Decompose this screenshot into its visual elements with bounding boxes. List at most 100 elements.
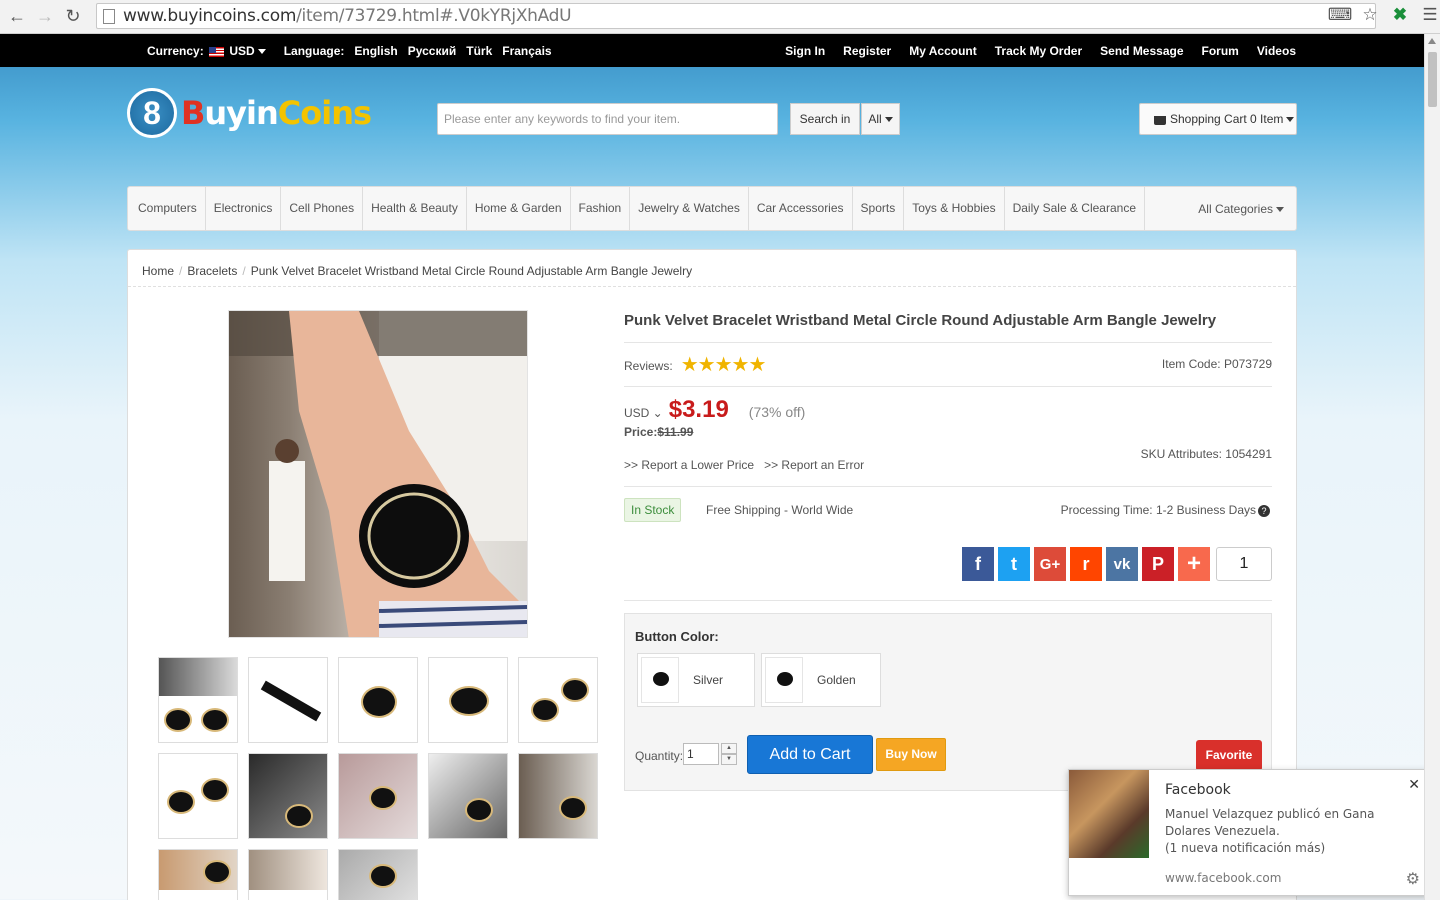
logo-mark: 8 bbox=[127, 88, 177, 138]
thumbnail-image[interactable] bbox=[248, 657, 328, 743]
category-computers[interactable]: Computers bbox=[128, 186, 206, 231]
extension-icon[interactable]: ✖ bbox=[1390, 4, 1410, 26]
thumbnail-image[interactable] bbox=[338, 657, 418, 743]
thumbnail-image[interactable] bbox=[248, 753, 328, 839]
color-option-golden[interactable]: Golden bbox=[761, 653, 881, 707]
reload-icon[interactable]: ↻ bbox=[62, 6, 84, 28]
twitter-share-icon[interactable]: t bbox=[998, 547, 1030, 581]
translate-icon[interactable]: ⌨ bbox=[1328, 4, 1353, 26]
bookmark-star-icon[interactable]: ☆ bbox=[1360, 4, 1380, 26]
page-scrollbar[interactable] bbox=[1424, 34, 1440, 900]
thumbnail-image[interactable] bbox=[428, 753, 508, 839]
us-flag-icon bbox=[209, 46, 225, 57]
language-label: Language: bbox=[283, 44, 345, 58]
product-title: Punk Velvet Bracelet Wristband Metal Cir… bbox=[624, 312, 1217, 329]
item-code: Item Code: P073729 bbox=[1161, 357, 1272, 371]
notification-body: Manuel Velazquez publicó en Gana Dolares… bbox=[1165, 807, 1375, 855]
language-english[interactable]: English bbox=[354, 44, 397, 58]
report-error-link[interactable]: >> Report an Error bbox=[764, 458, 864, 472]
buy-now-button[interactable]: Buy Now bbox=[876, 738, 946, 771]
pinterest-share-icon[interactable]: P bbox=[1142, 547, 1174, 581]
site-logo[interactable]: 8 BuyinCoins bbox=[127, 88, 372, 138]
desktop-notification[interactable]: Facebook Manuel Velazquez publicó en Gan… bbox=[1068, 769, 1429, 896]
decrement-icon[interactable]: ▼ bbox=[721, 754, 737, 765]
scroll-up-icon[interactable] bbox=[1428, 38, 1436, 44]
top-bar: Currency: USD Language: English Русский … bbox=[0, 34, 1424, 67]
category-toys-hobbies[interactable]: Toys & Hobbies bbox=[904, 186, 1005, 231]
breadcrumb-home[interactable]: Home bbox=[142, 264, 174, 278]
thumbnail-image[interactable] bbox=[518, 753, 598, 839]
videos-link[interactable]: Videos bbox=[1257, 44, 1296, 58]
thumbnail-image[interactable] bbox=[158, 849, 238, 900]
report-lower-price-link[interactable]: >> Report a Lower Price bbox=[624, 458, 754, 472]
color-option-silver[interactable]: Silver bbox=[637, 653, 755, 707]
reviews-label: Reviews: bbox=[624, 358, 673, 373]
increment-icon[interactable]: ▲ bbox=[721, 743, 737, 754]
bracelet-thumbnail-icon bbox=[641, 657, 679, 703]
category-electronics[interactable]: Electronics bbox=[206, 186, 282, 231]
category-daily-sale[interactable]: Daily Sale & Clearance bbox=[1005, 186, 1145, 231]
star-icon: ★ bbox=[748, 354, 767, 376]
browser-toolbar: ← → ↻ www.buyincoins.com/item/73729.html… bbox=[0, 0, 1440, 34]
favorite-button[interactable]: Favorite bbox=[1196, 740, 1262, 771]
price-row: USD ⌄ $3.19 (73% off) bbox=[624, 396, 805, 424]
gear-icon[interactable]: ⚙ bbox=[1406, 869, 1420, 889]
track-order-link[interactable]: Track My Order bbox=[995, 44, 1082, 58]
forum-link[interactable]: Forum bbox=[1202, 44, 1239, 58]
category-fashion[interactable]: Fashion bbox=[571, 186, 631, 231]
category-health-beauty[interactable]: Health & Beauty bbox=[363, 186, 467, 231]
address-bar[interactable]: www.buyincoins.com/item/73729.html#.V0kY… bbox=[96, 3, 1376, 29]
add-this-share-icon[interactable]: + bbox=[1178, 547, 1210, 581]
thumbnail-image[interactable] bbox=[248, 849, 328, 900]
thumbnail-image[interactable] bbox=[518, 657, 598, 743]
language-turkish[interactable]: Türk bbox=[466, 44, 492, 58]
color-label: Button Color: bbox=[635, 629, 719, 644]
reddit-share-icon[interactable]: r bbox=[1070, 547, 1102, 581]
my-account-link[interactable]: My Account bbox=[909, 44, 977, 58]
thumbnail-image[interactable] bbox=[338, 849, 418, 900]
all-categories-dropdown[interactable]: All Categories bbox=[1198, 202, 1284, 216]
help-icon[interactable]: ? bbox=[1258, 505, 1270, 517]
currency-dropdown[interactable]: USD ⌄ bbox=[624, 406, 663, 420]
search-scope-dropdown[interactable]: All bbox=[861, 103, 900, 135]
thumbnail-image[interactable] bbox=[158, 657, 238, 743]
menu-icon[interactable]: ☰ bbox=[1420, 4, 1440, 26]
thumbnail-image[interactable] bbox=[338, 753, 418, 839]
facebook-share-icon[interactable]: f bbox=[962, 547, 994, 581]
search-input[interactable]: Please enter any keywords to find your i… bbox=[437, 103, 778, 135]
search-button[interactable]: Search in bbox=[790, 103, 860, 135]
thumbnail-image[interactable] bbox=[428, 657, 508, 743]
language-russian[interactable]: Русский bbox=[408, 44, 457, 58]
add-to-cart-button[interactable]: Add to Cart bbox=[747, 735, 873, 774]
category-home-garden[interactable]: Home & Garden bbox=[467, 186, 571, 231]
scrollbar-thumb[interactable] bbox=[1428, 52, 1437, 107]
breadcrumb-current: Punk Velvet Bracelet Wristband Metal Cir… bbox=[250, 264, 693, 278]
forward-icon[interactable]: → bbox=[34, 6, 56, 28]
register-link[interactable]: Register bbox=[843, 44, 891, 58]
thumbnail-image[interactable] bbox=[158, 753, 238, 839]
shopping-cart-button[interactable]: Shopping Cart 0 Item bbox=[1139, 103, 1297, 135]
close-icon[interactable]: ✕ bbox=[1408, 776, 1420, 793]
category-nav: Computers Electronics Cell Phones Health… bbox=[127, 186, 1297, 231]
vk-share-icon[interactable]: vk bbox=[1106, 547, 1138, 581]
share-count: 1 bbox=[1216, 547, 1272, 581]
reviews-row: Reviews: ★★★★★ bbox=[624, 354, 767, 376]
quantity-input[interactable]: 1 bbox=[683, 743, 719, 765]
category-jewelry-watches[interactable]: Jewelry & Watches bbox=[630, 186, 749, 231]
product-main-image[interactable] bbox=[228, 310, 528, 638]
processing-time: Processing Time: 1-2 Business Days? bbox=[1061, 503, 1270, 517]
language-french[interactable]: Français bbox=[502, 44, 551, 58]
breadcrumb-bracelets[interactable]: Bracelets bbox=[187, 264, 237, 278]
category-car-accessories[interactable]: Car Accessories bbox=[749, 186, 853, 231]
send-message-link[interactable]: Send Message bbox=[1100, 44, 1183, 58]
currency-selector[interactable]: Currency: USD bbox=[147, 44, 266, 58]
rating-stars[interactable]: ★★★★★ bbox=[681, 354, 767, 376]
back-icon[interactable]: ← bbox=[6, 6, 28, 28]
google-plus-share-icon[interactable]: G+ bbox=[1034, 547, 1066, 581]
category-sports[interactable]: Sports bbox=[853, 186, 905, 231]
category-cell-phones[interactable]: Cell Phones bbox=[281, 186, 364, 231]
quantity-stepper[interactable]: ▲ ▼ bbox=[721, 743, 737, 765]
caret-down-icon bbox=[257, 49, 266, 55]
sign-in-link[interactable]: Sign In bbox=[785, 44, 825, 58]
notification-source: www.facebook.com bbox=[1165, 871, 1282, 885]
